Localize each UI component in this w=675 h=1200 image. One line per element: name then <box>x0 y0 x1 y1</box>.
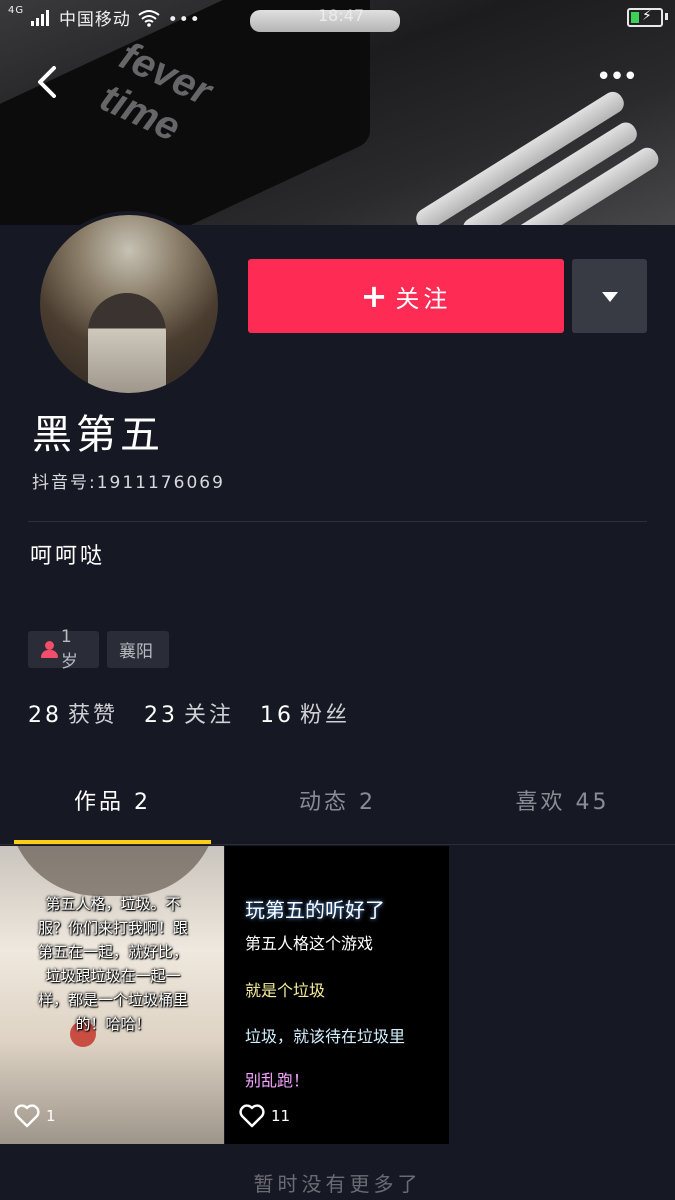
profile-stats: 28 获赞 23 关注 16 粉丝 <box>28 697 350 729</box>
tabs-border <box>0 844 675 845</box>
stat-number: 16 <box>260 703 295 728</box>
signal-icon: 4G <box>8 5 25 16</box>
video-text-line: 就是个垃圾 <box>245 981 326 1000</box>
caret-down-icon <box>602 292 618 302</box>
like-count: 11 <box>239 1104 290 1128</box>
more-options-button[interactable]: ••• <box>596 62 638 102</box>
carrier-name: 中国移动 <box>58 10 131 30</box>
plus-icon: + <box>360 277 392 315</box>
chevron-left-icon <box>38 66 56 98</box>
location-label: 襄阳 <box>119 642 153 662</box>
video-caption: 第五人格，垃圾。不 服？你们来打我啊！跟 第五在一起，就好比， 垃圾跟垃圾在一起… <box>16 892 210 1036</box>
divider <box>28 521 647 522</box>
status-left: 4G 中国移动 ••• <box>8 5 201 32</box>
status-dots: ••• <box>167 10 201 30</box>
signal-bars-icon <box>30 9 53 31</box>
stat-likes: 28 获赞 <box>28 697 118 729</box>
heart-icon <box>239 1104 265 1128</box>
more-icon: ••• <box>596 62 638 92</box>
video-text-line: 别乱跑！ <box>245 1071 310 1090</box>
like-number: 1 <box>46 1107 56 1125</box>
caption-line: 样，都是一个垃圾桶里 <box>37 991 188 1009</box>
bio: 呵呵哒 <box>30 544 106 569</box>
profile-tabs: 作品 2 动态 2 喜欢 45 <box>0 780 675 844</box>
tab-works[interactable]: 作品 2 <box>0 780 225 844</box>
battery-icon: ⚡ <box>627 8 663 27</box>
video-thumbnail-2[interactable]: 玩第五的听好了 第五人格这个游戏 就是个垃圾 垃圾，就该待在垃圾里 别乱跑！ 1… <box>225 846 449 1144</box>
age-label: 1岁 <box>60 627 78 672</box>
video-thumbnail-1[interactable]: 第五人格，垃圾。不 服？你们来打我啊！跟 第五在一起，就好比， 垃圾跟垃圾在一起… <box>0 846 224 1144</box>
stat-number: 28 <box>28 703 62 728</box>
battery-cap <box>665 13 668 20</box>
location-tag: 襄阳 <box>107 631 169 668</box>
like-number: 11 <box>271 1107 291 1125</box>
stat-number: 23 <box>144 703 179 728</box>
recommend-dropdown-button[interactable] <box>572 259 647 333</box>
caption-line: 第五人格，垃圾。不 <box>45 895 181 913</box>
status-bar: 4G 中国移动 ••• 18:47 ⚡ <box>0 0 675 34</box>
thumbnail-illustration <box>8 846 218 896</box>
tab-moments[interactable]: 动态 2 <box>225 780 450 844</box>
stat-label: 获赞 <box>68 703 119 728</box>
back-button[interactable] <box>30 60 70 104</box>
nickname: 黑第五 <box>32 412 164 458</box>
stat-followers[interactable]: 16 粉丝 <box>260 697 350 729</box>
follow-label: 关注 <box>395 284 452 313</box>
follow-button[interactable]: + 关注 <box>248 259 564 333</box>
douyin-id[interactable]: 抖音号:1911176069 <box>32 468 225 493</box>
no-more-content-label: 暂时没有更多了 <box>253 1172 422 1196</box>
avatar[interactable] <box>36 211 222 397</box>
like-count: 1 <box>14 1104 56 1128</box>
avatar-photo-figure <box>88 293 166 393</box>
video-text-line: 第五人格这个游戏 <box>245 934 374 953</box>
battery-level <box>631 12 639 23</box>
video-text-line: 垃圾，就该待在垃圾里 <box>245 1027 406 1046</box>
tab-likes[interactable]: 喜欢 45 <box>450 780 675 844</box>
video-title: 玩第五的听好了 <box>245 898 385 922</box>
caption-line: 垃圾跟垃圾在一起一 <box>45 967 181 985</box>
status-time: 18:47 <box>318 6 365 25</box>
charging-icon: ⚡ <box>642 8 652 24</box>
stat-following[interactable]: 23 关注 <box>144 697 234 729</box>
caption-line: 第五在一起，就好比， <box>37 943 188 961</box>
heart-icon <box>14 1104 40 1128</box>
age-tag: 1岁 <box>28 627 99 672</box>
caption-line: 的！哈哈！ <box>75 1015 151 1033</box>
stat-label: 关注 <box>184 703 235 728</box>
wifi-icon <box>137 9 161 32</box>
stat-label: 粉丝 <box>300 703 351 728</box>
person-icon <box>40 640 58 660</box>
caption-line: 服？你们来打我啊！跟 <box>37 919 188 937</box>
